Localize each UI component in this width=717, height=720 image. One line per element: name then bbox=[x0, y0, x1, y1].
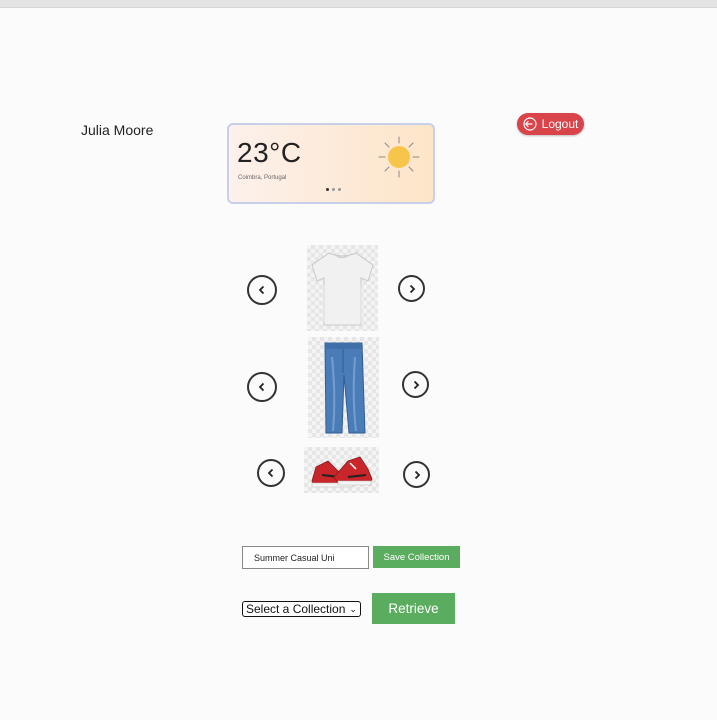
carousel-dot[interactable] bbox=[326, 188, 329, 191]
chevron-down-icon: ⌄ bbox=[349, 603, 357, 614]
carousel-dot[interactable] bbox=[332, 188, 335, 191]
collection-name-input[interactable] bbox=[242, 546, 369, 569]
jeans-image bbox=[308, 337, 379, 438]
top-next-button[interactable] bbox=[398, 275, 425, 302]
logout-label: Logout bbox=[541, 117, 579, 131]
shoes-prev-button[interactable] bbox=[257, 459, 285, 487]
chevron-left-icon bbox=[267, 468, 274, 478]
collection-select[interactable]: Select a Collection ⌄ bbox=[242, 601, 361, 617]
user-name: Julia Moore bbox=[81, 122, 154, 138]
chevron-right-icon bbox=[413, 380, 419, 389]
chevron-right-icon bbox=[414, 470, 420, 479]
logout-button[interactable]: Logout bbox=[517, 113, 584, 135]
retrieve-button[interactable]: Retrieve bbox=[372, 593, 455, 624]
shoes-next-button[interactable] bbox=[403, 461, 430, 488]
logout-icon bbox=[523, 117, 537, 131]
chevron-left-icon bbox=[258, 285, 265, 295]
sun-icon bbox=[378, 136, 420, 178]
top-bar bbox=[0, 0, 717, 8]
temperature: 23°C bbox=[237, 137, 302, 168]
weather-widget[interactable]: 23°C Coimbra, Portugal bbox=[227, 123, 435, 204]
top-prev-button[interactable] bbox=[247, 275, 277, 305]
carousel-dots bbox=[326, 188, 341, 191]
chevron-left-icon bbox=[258, 382, 265, 392]
bottom-prev-button[interactable] bbox=[247, 372, 277, 402]
bottom-next-button[interactable] bbox=[402, 371, 429, 398]
collection-select-value: Select a Collection bbox=[246, 602, 346, 616]
chevron-right-icon bbox=[409, 284, 415, 293]
location: Coimbra, Portugal bbox=[238, 175, 287, 181]
carousel-dot[interactable] bbox=[338, 188, 341, 191]
save-collection-button[interactable]: Save Collection bbox=[373, 546, 460, 568]
tshirt-image bbox=[307, 245, 378, 331]
sneakers-image bbox=[304, 447, 379, 493]
